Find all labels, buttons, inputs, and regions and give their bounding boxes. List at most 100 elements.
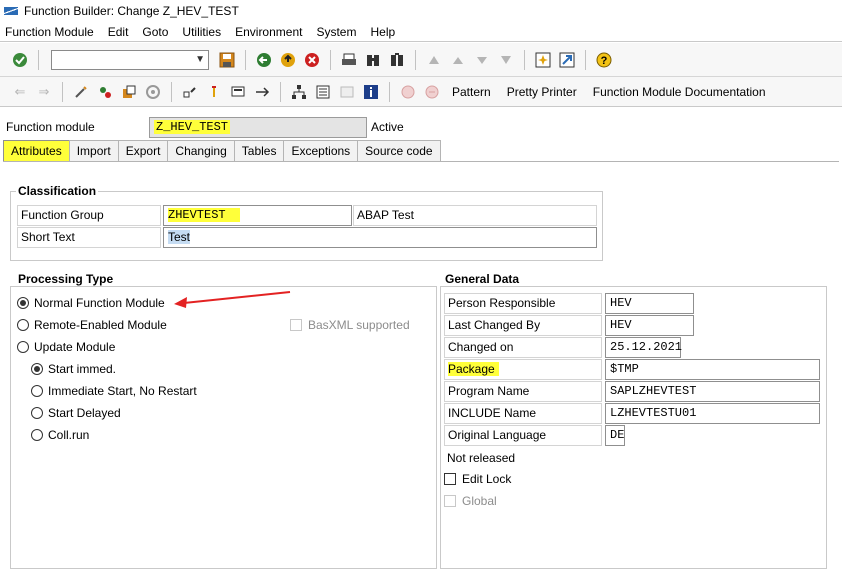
include-name-field[interactable]: LZHEVTESTU01 — [605, 403, 820, 424]
annotation-arrow-icon — [174, 291, 291, 308]
display-change-icon[interactable] — [72, 83, 90, 101]
new-session-icon[interactable] — [534, 51, 552, 69]
processing-type-title: Processing Type — [16, 272, 116, 286]
back-icon[interactable] — [255, 51, 273, 69]
tab-source-code[interactable]: Source code — [357, 140, 441, 162]
radio-normal-function-module[interactable]: Normal Function Module — [17, 296, 165, 310]
hierarchy-icon[interactable] — [290, 83, 308, 101]
menu-function-module[interactable]: Function Module — [5, 25, 94, 39]
where-used-icon[interactable] — [181, 83, 199, 101]
window-title: Function Builder: Change Z_HEV_TEST — [24, 4, 239, 18]
find-icon[interactable] — [364, 51, 382, 69]
radio-selected-icon[interactable] — [31, 363, 43, 375]
program-name-field[interactable]: SAPLZHEVTEST — [605, 381, 820, 402]
short-text-field[interactable]: Test — [163, 227, 597, 248]
radio-remote-enabled-module[interactable]: Remote-Enabled Module — [17, 318, 167, 332]
enhance-icon[interactable] — [229, 83, 247, 101]
info-icon[interactable] — [362, 83, 380, 101]
original-language-field[interactable]: DE — [605, 425, 625, 446]
basxml-checkbox — [290, 319, 302, 331]
radio-coll-run[interactable]: Coll.run — [31, 428, 89, 442]
shortcut-icon[interactable] — [558, 51, 576, 69]
toolbar-separator — [389, 81, 390, 102]
menu-bar: Function Module Edit Goto Utilities Envi… — [0, 22, 842, 42]
function-module-field[interactable]: Z_HEV_TEST — [149, 117, 367, 138]
release-status: Not released — [447, 451, 516, 465]
find-next-icon[interactable] — [388, 51, 406, 69]
changed-on-label: Changed on — [444, 337, 602, 358]
object-list-icon[interactable] — [314, 83, 332, 101]
radio-immediate-no-restart[interactable]: Immediate Start, No Restart — [31, 384, 197, 398]
radio-unselected-icon[interactable] — [31, 385, 43, 397]
command-field[interactable]: ▼ — [51, 49, 209, 70]
global-checkbox — [444, 495, 456, 507]
radio-unselected-icon[interactable] — [17, 319, 29, 331]
help-icon[interactable]: ? — [595, 51, 613, 69]
exit-icon[interactable] — [279, 51, 297, 69]
tab-tables[interactable]: Tables — [233, 140, 285, 162]
radio-unselected-icon[interactable] — [17, 341, 29, 353]
menu-edit[interactable]: Edit — [108, 25, 129, 39]
package-field[interactable]: $TMP — [605, 359, 820, 380]
application-toolbar: ⇐ ⇒ Pattern Pretty Printer Function Modu… — [0, 77, 842, 107]
activate-icon[interactable] — [120, 83, 138, 101]
radio-unselected-icon[interactable] — [31, 407, 43, 419]
save-icon[interactable] — [218, 51, 236, 69]
menu-goto[interactable]: Goto — [142, 25, 168, 39]
tab-export[interactable]: Export — [117, 140, 169, 162]
function-module-status: Active — [371, 120, 404, 134]
program-name-label: Program Name — [444, 381, 602, 402]
menu-system[interactable]: System — [316, 25, 356, 39]
short-text-label: Short Text — [17, 227, 161, 248]
confirm-check-icon[interactable] — [11, 51, 29, 69]
fm-documentation-button[interactable]: Function Module Documentation — [593, 85, 766, 99]
last-changed-by-label: Last Changed By — [444, 315, 602, 336]
test-icon[interactable] — [144, 83, 162, 101]
menu-environment[interactable]: Environment — [235, 25, 302, 39]
edit-lock-checkbox[interactable] — [444, 473, 456, 485]
classification-group — [10, 191, 603, 261]
radio-unselected-icon[interactable] — [31, 429, 43, 441]
radio-update-module[interactable]: Update Module — [17, 340, 115, 354]
pretty-printer-button[interactable]: Pretty Printer — [507, 85, 577, 99]
tab-exceptions[interactable]: Exceptions — [283, 140, 359, 162]
changed-on-field[interactable]: 25.12.2021 — [605, 337, 682, 358]
menu-utilities[interactable]: Utilities — [182, 25, 221, 39]
include-name-label: INCLUDE Name — [444, 403, 602, 424]
function-module-row: Function module Z_HEV_TEST Active — [0, 117, 842, 139]
function-group-description: ABAP Test — [353, 205, 597, 226]
last-changed-by-field[interactable]: HEV — [605, 315, 694, 336]
function-group-label: Function Group — [17, 205, 161, 226]
move-icon[interactable] — [253, 83, 271, 101]
breakpoint-icon[interactable] — [205, 83, 223, 101]
person-responsible-field[interactable]: HEV — [605, 293, 694, 314]
basxml-checkbox-row: BasXML supported — [290, 318, 410, 332]
function-group-field[interactable]: ZHEVTEST — [163, 205, 352, 226]
tab-attributes[interactable]: Attributes — [3, 140, 70, 162]
toolbar-separator — [245, 49, 246, 70]
toolbar-separator — [330, 49, 331, 70]
tab-changing[interactable]: Changing — [167, 140, 235, 162]
chevron-down-icon[interactable]: ▼ — [195, 54, 205, 65]
radio-label: Remote-Enabled Module — [34, 318, 167, 332]
transport-icon — [399, 83, 417, 101]
print-icon[interactable] — [340, 51, 358, 69]
toolbar-separator — [38, 49, 39, 70]
frame-icon — [338, 83, 356, 101]
tab-import[interactable]: Import — [68, 140, 119, 162]
short-text-value: Test — [168, 230, 191, 244]
menu-help[interactable]: Help — [370, 25, 395, 39]
radio-label: Update Module — [34, 340, 116, 354]
last-page-icon — [497, 51, 515, 69]
cancel-icon[interactable] — [303, 51, 321, 69]
radio-start-immediately[interactable]: Start immed. — [31, 362, 116, 376]
radio-start-delayed[interactable]: Start Delayed — [31, 406, 121, 420]
person-responsible-label: Person Responsible — [444, 293, 602, 314]
toolbar-separator — [171, 81, 172, 102]
pattern-button[interactable]: Pattern — [452, 85, 491, 99]
function-module-value: Z_HEV_TEST — [154, 120, 231, 134]
edit-lock-row[interactable]: Edit Lock — [444, 472, 511, 486]
check-syntax-icon[interactable] — [96, 83, 114, 101]
version-icon — [423, 83, 441, 101]
radio-selected-icon[interactable] — [17, 297, 29, 309]
